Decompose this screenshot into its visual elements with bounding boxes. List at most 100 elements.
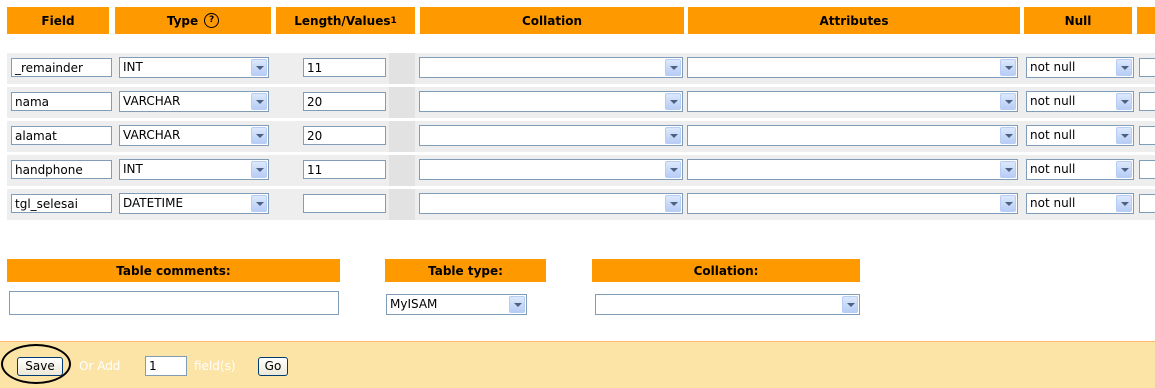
- chevron-down-icon: [1116, 59, 1132, 76]
- chevron-down-icon: [1000, 161, 1016, 178]
- attributes-select[interactable]: [687, 193, 1018, 214]
- collation-header: Collation:: [592, 259, 860, 282]
- extra-field-input[interactable]: [1139, 58, 1155, 77]
- chevron-down-icon: [665, 161, 681, 178]
- type-select[interactable]: VARCHAR: [119, 125, 269, 146]
- type-select-value: VARCHAR: [123, 128, 181, 142]
- header-collation-label: Collation: [521, 13, 582, 28]
- null-select[interactable]: not null: [1026, 193, 1134, 214]
- header-null: Null: [1024, 7, 1132, 34]
- chevron-down-icon: [1000, 195, 1016, 212]
- extra-field-input[interactable]: [1139, 194, 1155, 213]
- add-fields-count-input[interactable]: 1: [145, 356, 187, 376]
- table-row: alamat VARCHAR 20 not null: [0, 121, 1155, 152]
- table-comments-input[interactable]: [9, 291, 339, 315]
- table-type-select-value: MyISAM: [390, 297, 438, 311]
- null-select-value: not null: [1030, 94, 1076, 108]
- header-field-label: Field: [41, 13, 75, 28]
- null-select[interactable]: not null: [1026, 159, 1134, 180]
- field-name-input[interactable]: handphone: [11, 160, 112, 179]
- chevron-down-icon: [1000, 59, 1016, 76]
- chevron-down-icon: [251, 93, 267, 110]
- fields-label: field(s): [194, 359, 236, 373]
- table-row: nama VARCHAR 20 not null: [0, 87, 1155, 118]
- chevron-down-icon: [665, 93, 681, 110]
- chevron-down-icon: [1116, 161, 1132, 178]
- field-name-input[interactable]: alamat: [11, 126, 112, 145]
- collation-select[interactable]: [419, 193, 683, 214]
- highlight-circle: [1, 344, 71, 384]
- extra-field-input[interactable]: [1139, 92, 1155, 111]
- table-type-select[interactable]: MyISAM: [386, 294, 527, 315]
- field-name-input[interactable]: tgl_selesai: [11, 194, 112, 213]
- header-length-label: Length/Values: [294, 13, 391, 28]
- null-select-value: not null: [1030, 60, 1076, 74]
- null-select-value: not null: [1030, 128, 1076, 142]
- header-extra: [1137, 7, 1155, 34]
- collation-select[interactable]: [419, 57, 683, 78]
- extra-field-input[interactable]: [1139, 126, 1155, 145]
- header-type: Type ?: [115, 7, 271, 34]
- type-select[interactable]: VARCHAR: [119, 91, 269, 112]
- extra-field-input[interactable]: [1139, 160, 1155, 179]
- type-select[interactable]: INT: [119, 159, 269, 180]
- chevron-down-icon: [251, 161, 267, 178]
- chevron-down-icon: [1000, 93, 1016, 110]
- null-select-value: not null: [1030, 162, 1076, 176]
- null-select[interactable]: not null: [1026, 125, 1134, 146]
- table-row: tgl_selesai DATETIME not null: [0, 189, 1155, 220]
- attributes-select[interactable]: [687, 159, 1018, 180]
- attributes-select[interactable]: [687, 57, 1018, 78]
- chevron-down-icon: [1000, 127, 1016, 144]
- length-input[interactable]: 11: [303, 58, 386, 77]
- chevron-down-icon: [1116, 127, 1132, 144]
- chevron-down-icon: [665, 127, 681, 144]
- table-comments-header: Table comments:: [7, 259, 340, 282]
- header-field: Field: [7, 7, 109, 34]
- chevron-down-icon: [251, 195, 267, 212]
- type-select-value: INT: [123, 162, 143, 176]
- chevron-down-icon: [665, 195, 681, 212]
- chevron-down-icon: [1116, 195, 1132, 212]
- length-input[interactable]: 20: [303, 92, 386, 111]
- chevron-down-icon: [1116, 93, 1132, 110]
- collation-select[interactable]: [419, 159, 683, 180]
- type-select[interactable]: DATETIME: [119, 193, 269, 214]
- or-add-label: Or Add: [79, 359, 121, 373]
- null-select-value: not null: [1030, 196, 1076, 210]
- header-length: Length/Values 1: [276, 7, 415, 34]
- header-null-label: Null: [1064, 13, 1092, 28]
- field-name-input[interactable]: _remainder: [11, 58, 112, 77]
- chevron-down-icon: [251, 59, 267, 76]
- header-attributes: Attributes: [688, 7, 1020, 34]
- table-type-header: Table type:: [385, 259, 546, 282]
- type-select[interactable]: INT: [119, 57, 269, 78]
- chevron-down-icon: [842, 296, 858, 313]
- collation-select[interactable]: [419, 91, 683, 112]
- attributes-select[interactable]: [687, 125, 1018, 146]
- table-collation-select[interactable]: [595, 294, 860, 315]
- collation-select[interactable]: [419, 125, 683, 146]
- type-select-value: DATETIME: [123, 196, 184, 210]
- chevron-down-icon: [509, 296, 525, 313]
- chevron-down-icon: [251, 127, 267, 144]
- collation-label: Collation:: [693, 263, 759, 278]
- table-type-label: Table type:: [428, 263, 503, 278]
- type-select-value: VARCHAR: [123, 94, 181, 108]
- length-input[interactable]: 20: [303, 126, 386, 145]
- null-select[interactable]: not null: [1026, 91, 1134, 112]
- length-input[interactable]: [303, 194, 386, 213]
- null-select[interactable]: not null: [1026, 57, 1134, 78]
- table-comments-label: Table comments:: [116, 263, 231, 278]
- go-button[interactable]: Go: [258, 357, 288, 376]
- header-collation: Collation: [420, 7, 684, 34]
- type-select-value: INT: [123, 60, 143, 74]
- header-type-label: Type: [166, 13, 199, 28]
- help-icon[interactable]: ?: [204, 13, 220, 28]
- attributes-select[interactable]: [687, 91, 1018, 112]
- header-attributes-label: Attributes: [819, 13, 889, 28]
- field-name-input[interactable]: nama: [11, 92, 112, 111]
- length-input[interactable]: 11: [303, 160, 386, 179]
- table-row: handphone INT 11 not null: [0, 155, 1155, 186]
- table-row: _remainder INT 11 not null: [0, 53, 1155, 84]
